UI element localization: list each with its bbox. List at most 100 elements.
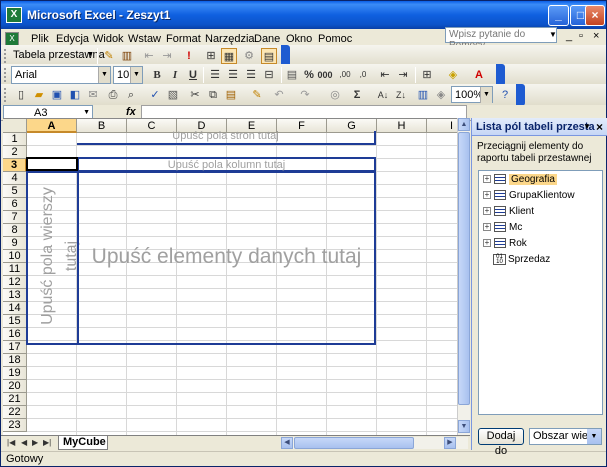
doc-minimize-button[interactable]: _ bbox=[566, 30, 572, 42]
underline-icon[interactable]: U bbox=[185, 67, 201, 83]
show-detail-icon[interactable]: ⇥ bbox=[159, 48, 175, 64]
worksheet-grid[interactable]: A B C D E F G H I 1 2 3 4 5 6 7 8 9 10 1… bbox=[3, 118, 468, 436]
include-hidden-icon[interactable]: ⊞ bbox=[203, 48, 219, 64]
row-header-14[interactable]: 14 bbox=[3, 302, 27, 315]
horizontal-scrollbar[interactable]: ◀ ▶ bbox=[281, 437, 468, 449]
menu-narzedzia[interactable]: Narzędzia bbox=[205, 33, 255, 45]
minimize-button[interactable]: _ bbox=[548, 5, 569, 26]
row-header-8[interactable]: 8 bbox=[3, 224, 27, 237]
row-header-10[interactable]: 10 bbox=[3, 250, 27, 263]
row-header-9[interactable]: 9 bbox=[3, 237, 27, 250]
horizontal-scroll-thumb[interactable] bbox=[294, 437, 414, 449]
row-header-6[interactable]: 6 bbox=[3, 198, 27, 211]
expand-icon[interactable]: + bbox=[483, 207, 491, 216]
pivot-column-drop-area[interactable]: Upuść pola kolumn tutaj bbox=[77, 157, 376, 172]
fill-color-icon[interactable]: ◈ bbox=[445, 67, 461, 83]
row-header-18[interactable]: 18 bbox=[3, 354, 27, 367]
email-icon[interactable]: ✉ bbox=[85, 87, 101, 103]
add-to-button[interactable]: Dodaj do bbox=[478, 428, 524, 457]
increase-indent-icon[interactable]: ⇥ bbox=[395, 67, 411, 83]
close-button[interactable]: × bbox=[585, 5, 605, 26]
open-folder-icon[interactable]: ▰ bbox=[31, 87, 47, 103]
decrease-indent-icon[interactable]: ⇤ bbox=[377, 67, 393, 83]
scroll-down-icon[interactable]: ▼ bbox=[458, 420, 470, 433]
research-icon[interactable]: ▧ bbox=[165, 87, 181, 103]
ask-dropdown-icon[interactable]: ▼ bbox=[549, 30, 557, 39]
italic-icon[interactable]: I bbox=[167, 67, 183, 83]
zoom-select[interactable]: 100% ▼ bbox=[451, 86, 493, 103]
cut-icon[interactable]: ✂ bbox=[187, 87, 203, 103]
menu-widok[interactable]: Widok bbox=[93, 33, 124, 45]
font-size-select[interactable]: 10 ▼ bbox=[113, 66, 143, 84]
toolbar-grip[interactable] bbox=[4, 88, 7, 102]
toolbar-grip[interactable] bbox=[4, 68, 7, 82]
increase-decimal-icon[interactable]: ,00 bbox=[337, 67, 353, 83]
doc-close-button[interactable]: × bbox=[593, 30, 599, 42]
paste-icon[interactable]: ▤ bbox=[223, 87, 239, 103]
save-icon[interactable]: ▣ bbox=[49, 87, 65, 103]
menu-wstaw[interactable]: Wstaw bbox=[128, 33, 161, 45]
row-header-16[interactable]: 16 bbox=[3, 328, 27, 341]
font-color-icon[interactable]: A bbox=[471, 67, 487, 83]
hyperlink-icon[interactable]: ◎ bbox=[327, 87, 343, 103]
field-item-grupaklientow[interactable]: + GrupaKlientow bbox=[483, 189, 575, 203]
pivot-row-drop-area[interactable]: Upuść pola wierszy tutaj bbox=[26, 171, 80, 345]
menu-dane[interactable]: Dane bbox=[254, 33, 280, 45]
pane-menu-chevron-icon[interactable]: ▼ bbox=[583, 122, 591, 131]
undo-icon[interactable]: ↶ bbox=[271, 87, 287, 103]
print-preview-icon[interactable]: ⌕ bbox=[123, 87, 139, 103]
always-display-items-icon[interactable]: ▦ bbox=[221, 48, 237, 64]
row-header-1[interactable]: 1 bbox=[3, 133, 27, 146]
row-header-2[interactable]: 2 bbox=[3, 146, 27, 159]
menu-edycja[interactable]: Edycja bbox=[56, 33, 89, 45]
column-header-a[interactable]: A bbox=[27, 119, 77, 133]
ask-help-input[interactable]: Wpisz pytanie do Pomocy bbox=[445, 27, 557, 51]
menu-format[interactable]: Format bbox=[166, 33, 201, 45]
scroll-right-icon[interactable]: ▶ bbox=[444, 437, 456, 449]
chart-wizard-icon[interactable]: ▥ bbox=[415, 87, 431, 103]
row-header-12[interactable]: 12 bbox=[3, 276, 27, 289]
pivot-page-drop-area[interactable]: Upuść pola stron tutaj bbox=[77, 131, 376, 145]
format-painter-icon[interactable]: ✎ bbox=[249, 87, 265, 103]
insert-function-icon[interactable]: fx bbox=[126, 106, 136, 118]
autosum-icon[interactable]: Σ bbox=[349, 87, 365, 103]
new-document-icon[interactable]: ▯ bbox=[13, 87, 29, 103]
expand-icon[interactable]: + bbox=[483, 175, 491, 184]
sort-descending-icon[interactable]: Z↓ bbox=[393, 87, 409, 103]
align-right-icon[interactable]: ☰ bbox=[243, 67, 259, 83]
pivot-chart-icon[interactable]: ▥ bbox=[119, 48, 135, 64]
row-header-5[interactable]: 5 bbox=[3, 185, 27, 198]
area-select[interactable]: Obszar wiersz ▼ bbox=[529, 428, 602, 445]
spelling-icon[interactable]: ✓ bbox=[147, 87, 163, 103]
help-icon[interactable]: ? bbox=[497, 87, 513, 103]
field-item-geografia[interactable]: + Geografia bbox=[483, 173, 557, 187]
print-icon[interactable]: ⎙ bbox=[105, 87, 121, 103]
workbook-icon[interactable]: X bbox=[5, 32, 19, 46]
pane-close-icon[interactable]: × bbox=[596, 120, 603, 134]
menu-plik[interactable]: Plik bbox=[31, 33, 49, 45]
vertical-scrollbar[interactable]: ▲ ▼ bbox=[457, 118, 470, 436]
decrease-decimal-icon[interactable]: ,0 bbox=[355, 67, 371, 83]
toolbar-grip[interactable] bbox=[4, 49, 7, 63]
expand-icon[interactable]: + bbox=[483, 239, 491, 248]
row-header-22[interactable]: 22 bbox=[3, 406, 27, 419]
row-header-7[interactable]: 7 bbox=[3, 211, 27, 224]
font-name-select[interactable]: Arial ▼ bbox=[11, 66, 111, 84]
permission-icon[interactable]: ◧ bbox=[67, 87, 83, 103]
row-header-11[interactable]: 11 bbox=[3, 263, 27, 276]
percent-icon[interactable]: % bbox=[301, 67, 317, 83]
chevron-down-icon[interactable]: ▼ bbox=[87, 51, 94, 58]
expand-icon[interactable]: + bbox=[483, 191, 491, 200]
excel-app-icon[interactable]: X bbox=[6, 7, 22, 23]
borders-icon[interactable]: ⊞ bbox=[419, 67, 435, 83]
format-report-icon[interactable]: ✎ bbox=[101, 48, 117, 64]
field-settings-icon[interactable]: ⚙ bbox=[241, 48, 257, 64]
align-center-icon[interactable]: ☰ bbox=[225, 67, 241, 83]
row-header-3[interactable]: 3 bbox=[3, 159, 27, 172]
menu-okno[interactable]: Okno bbox=[286, 33, 312, 45]
row-header-17[interactable]: 17 bbox=[3, 341, 27, 354]
field-item-klient[interactable]: + Klient bbox=[483, 205, 534, 219]
merge-center-icon[interactable]: ⊟ bbox=[261, 67, 277, 83]
field-item-rok[interactable]: + Rok bbox=[483, 237, 527, 251]
scroll-left-icon[interactable]: ◀ bbox=[281, 437, 293, 449]
